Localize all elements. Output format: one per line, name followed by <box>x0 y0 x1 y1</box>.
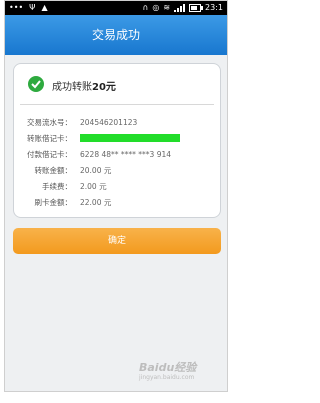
check-circle-icon <box>28 76 44 92</box>
baidu-watermark: Baidu经验 jingyan.baidu.com <box>139 361 227 391</box>
usb-icon: Ψ <box>29 3 36 12</box>
detail-value: 22.00 元 <box>80 197 112 207</box>
status-time: 23:1 <box>205 3 223 12</box>
divider <box>20 104 214 105</box>
wifi-icon: ≋ <box>163 3 171 12</box>
android-icon: ▲ <box>41 3 48 12</box>
watermark-domain: jingyan.baidu.com <box>139 374 195 381</box>
status-bar: ••• Ψ ▲ ∩ ◎ ≋ 23:1 <box>5 1 227 15</box>
detail-label: 转账金额： <box>34 165 73 175</box>
phone-screen: ••• Ψ ▲ ∩ ◎ ≋ 23:1 交易成功 成功转账20元 交易流水号： 2… <box>4 0 228 392</box>
detail-row-target-card: 转账借记卡： <box>14 130 220 146</box>
success-message: 成功转账 <box>52 81 92 93</box>
detail-row-total: 刷卡金额： 22.00 元 <box>14 194 220 210</box>
detail-row-serial: 交易流水号： 204546201123 <box>14 114 220 130</box>
detail-label: 手续费： <box>42 181 72 191</box>
headphones-icon: ∩ <box>142 3 149 12</box>
success-row: 成功转账20元 <box>28 74 116 94</box>
status-right-icons: ∩ ◎ ≋ 23:1 <box>142 1 223 15</box>
result-card: 成功转账20元 交易流水号： 204546201123 转账借记卡： 付款借记卡… <box>13 63 221 218</box>
watermark-brand: Baidu经验 <box>139 361 197 374</box>
detail-row-amount: 转账金额： 20.00 元 <box>14 162 220 178</box>
page-title: 交易成功 <box>5 15 227 55</box>
signal-icon <box>174 4 186 12</box>
detail-list: 交易流水号： 204546201123 转账借记卡： 付款借记卡： 6228 4… <box>14 114 220 210</box>
status-left-icons: ••• Ψ ▲ <box>9 1 48 15</box>
redacted-card-bar <box>80 134 180 142</box>
detail-value: 6228 48** **** ***3 914 <box>80 149 172 159</box>
detail-label: 转账借记卡： <box>27 133 72 143</box>
alarm-icon: ◎ <box>152 3 160 12</box>
confirm-button[interactable]: 确定 <box>13 228 221 254</box>
detail-label: 付款借记卡： <box>27 149 72 159</box>
detail-row-fee: 手续费： 2.00 元 <box>14 178 220 194</box>
battery-icon <box>189 4 204 12</box>
detail-value: 20.00 元 <box>80 165 112 175</box>
detail-label: 刷卡金额： <box>34 197 73 207</box>
detail-value: 2.00 元 <box>80 181 107 191</box>
success-amount: 20元 <box>92 81 116 93</box>
ellipsis-icon: ••• <box>9 3 24 12</box>
detail-value: 204546201123 <box>80 117 138 127</box>
detail-label: 交易流水号： <box>27 117 72 127</box>
detail-row-source-card: 付款借记卡： 6228 48** **** ***3 914 <box>14 146 220 162</box>
